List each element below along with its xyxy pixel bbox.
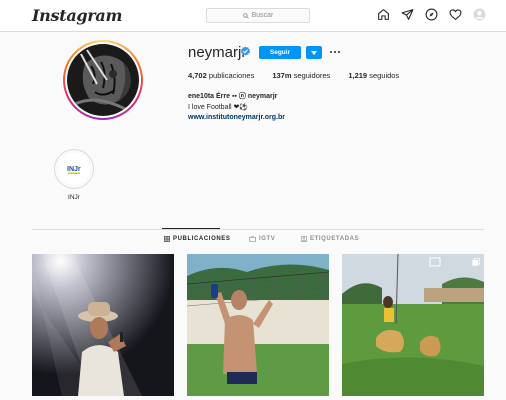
instagram-logo[interactable]: Instagram — [32, 6, 122, 25]
bio-name-line: ene10ta Érre ▪▪ ⓝ neymarjr — [188, 93, 278, 100]
highlight-cover: INJr — [54, 149, 94, 189]
svg-text:INJr: INJr — [67, 166, 81, 173]
following-count[interactable]: 1,219 seguidos — [348, 71, 399, 80]
post-thumbnail[interactable] — [187, 254, 329, 396]
grid-icon — [164, 236, 170, 242]
tabs-divider — [32, 229, 484, 230]
profile-avatar-image — [67, 44, 139, 116]
tab-igtv[interactable]: IGTV — [249, 236, 275, 242]
post-thumbnail[interactable] — [342, 254, 484, 396]
profile-avatar-story-ring[interactable] — [63, 40, 143, 120]
suggested-accounts-dropdown-button[interactable] — [306, 46, 322, 59]
chevron-down-icon — [311, 50, 317, 55]
explore-compass-icon[interactable] — [425, 8, 438, 21]
profile-bio: ene10ta Érre ▪▪ ⓝ neymarjr I love Footba… — [188, 92, 285, 124]
tab-publicaciones[interactable]: PUBLICACIONES — [164, 236, 230, 242]
highlight-label: INJr — [68, 194, 80, 201]
posts-count-label: publicaciones — [208, 71, 255, 80]
bio-website-link[interactable]: www.institutoneymarjr.org.br — [188, 113, 285, 124]
follow-button[interactable]: Seguir — [259, 46, 301, 59]
tab-etiquetadas-label: ETIQUETADAS — [310, 236, 360, 242]
tab-igtv-label: IGTV — [259, 236, 276, 242]
post-thumbnail[interactable] — [32, 254, 174, 396]
tab-publicaciones-label: PUBLICACIONES — [173, 236, 231, 242]
igtv-icon — [249, 236, 256, 242]
posts-count: 4,702 publicaciones — [188, 71, 254, 80]
instituto-njr-logo-icon: INJr — [67, 166, 81, 174]
heart-activity-icon[interactable] — [449, 8, 462, 21]
tab-etiquetadas[interactable]: ETIQUETADAS — [301, 236, 359, 242]
profile-avatar-icon[interactable] — [473, 8, 486, 21]
verified-badge-icon — [240, 46, 251, 56]
posts-count-value: 4,702 — [188, 71, 207, 80]
followers-count[interactable]: 137m seguidores — [272, 71, 330, 80]
multiple-photos-icon — [472, 258, 480, 266]
followers-count-label: seguidores — [293, 71, 331, 80]
direct-send-icon[interactable] — [401, 8, 414, 21]
followers-count-value: 137m — [272, 71, 292, 80]
search-placeholder: Buscar — [251, 12, 274, 19]
search-input[interactable]: Buscar — [206, 8, 310, 23]
more-options-icon[interactable] — [328, 46, 342, 58]
story-highlight[interactable]: INJr INJr — [54, 149, 94, 201]
posts-grid — [32, 254, 484, 400]
tagged-icon — [301, 236, 307, 242]
profile-username: neymarjr — [188, 44, 247, 61]
active-tab-indicator — [162, 228, 220, 229]
top-navigation-bar: Instagram Buscar — [0, 0, 506, 32]
home-icon[interactable] — [377, 8, 390, 21]
following-count-value: 1,219 — [348, 71, 368, 80]
bio-text: I love Football ❤⚽ — [188, 103, 249, 111]
following-count-label: seguidos — [369, 71, 400, 80]
profile-stats: 4,702 publicaciones 137m seguidores 1,21… — [188, 71, 417, 80]
search-icon — [242, 12, 249, 19]
